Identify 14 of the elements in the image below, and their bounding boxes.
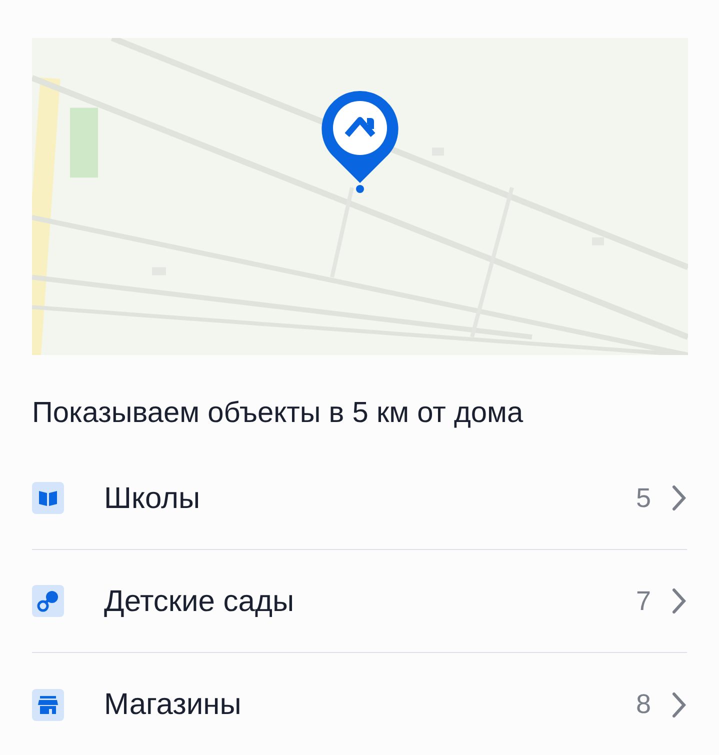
category-count: 8	[636, 688, 651, 722]
chevron-right-icon[interactable]	[671, 690, 687, 718]
chevron-right-icon[interactable]	[671, 484, 687, 512]
category-label[interactable]: Детские сады	[104, 578, 294, 624]
pacifier-icon	[32, 585, 64, 617]
category-count: 5	[636, 482, 651, 515]
category-label[interactable]: Магазины	[104, 682, 242, 727]
storefront-icon	[32, 688, 64, 720]
map-pin-icon	[320, 89, 400, 193]
category-count: 7	[636, 584, 651, 618]
chevron-right-icon[interactable]	[671, 587, 687, 615]
book-icon	[32, 482, 64, 514]
category-label[interactable]: Школы	[104, 476, 200, 520]
section-heading: Показываем объекты в 5 км от дома	[32, 396, 524, 431]
